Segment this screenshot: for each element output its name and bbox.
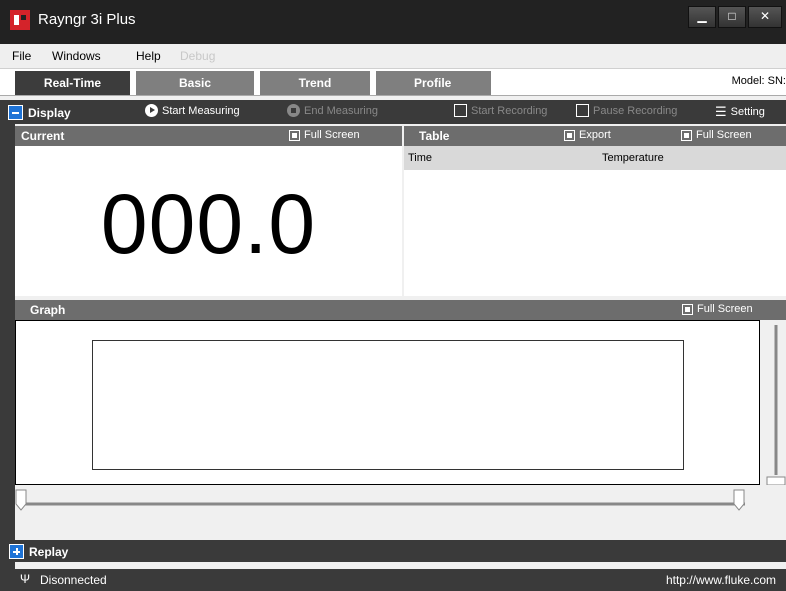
plot-area[interactable] — [92, 340, 684, 470]
tab-basic[interactable]: Basic — [136, 71, 254, 95]
pause-recording-button[interactable]: Pause Recording — [576, 104, 677, 117]
menu-help[interactable]: Help — [136, 49, 161, 63]
menu-bar: File Windows Help Debug — [0, 44, 786, 69]
app-title: Rayngr 3i Plus — [38, 11, 136, 28]
vertical-range-slider[interactable] — [764, 325, 786, 486]
model-sn-label: Model: SN: — [731, 75, 786, 87]
title-bar: Rayngr 3i Plus ▁ □ ✕ — [0, 0, 786, 44]
setting-button[interactable]: ☰ Setting — [715, 104, 765, 120]
connection-status: Disonnected — [40, 573, 107, 587]
current-full-screen-label: Full Screen — [304, 129, 360, 141]
graph-panel-header: Graph Full Screen — [15, 300, 786, 320]
minimize-button[interactable]: ▁ — [688, 6, 716, 28]
end-measuring-button[interactable]: End Measuring — [287, 104, 378, 117]
export-button[interactable]: Export — [564, 129, 611, 141]
export-icon — [564, 129, 575, 141]
pause-icon — [576, 104, 589, 117]
expand-icon — [9, 544, 24, 559]
display-label: Display — [28, 105, 71, 120]
status-bar: Ψ Disonnected http://www.fluke.com — [0, 569, 786, 591]
current-temperature-value: 000.0 — [100, 177, 317, 271]
tab-bar: Real-Time Basic Trend Profile — [0, 69, 786, 96]
left-strip — [0, 124, 15, 569]
record-icon — [454, 104, 467, 117]
horizontal-range-slider[interactable] — [15, 486, 786, 534]
play-icon — [145, 104, 158, 117]
export-label: Export — [579, 129, 611, 141]
start-measuring-label: Start Measuring — [162, 104, 240, 117]
slider-right-handle[interactable] — [733, 489, 745, 511]
replay-toggle[interactable]: Replay — [9, 544, 68, 559]
setting-label: Setting — [730, 106, 765, 118]
toolbar: Display Start Measuring End Measuring St… — [0, 100, 786, 124]
usb-icon: Ψ — [20, 572, 31, 586]
column-header-time[interactable]: Time — [408, 152, 432, 164]
app-logo-icon — [10, 10, 30, 30]
start-recording-label: Start Recording — [471, 104, 548, 117]
table-header-row: Time Temperature — [404, 146, 786, 170]
graph-title: Graph — [30, 303, 66, 317]
full-screen-icon — [682, 303, 693, 315]
current-title: Current — [21, 129, 65, 143]
table-panel-header: Table Export Full Screen — [404, 126, 786, 146]
sliders-icon: ☰ — [715, 104, 727, 119]
tab-trend[interactable]: Trend — [260, 71, 370, 95]
column-header-temperature[interactable]: Temperature — [602, 152, 664, 164]
graph-full-screen-button[interactable]: Full Screen — [682, 303, 753, 315]
current-full-screen-button[interactable]: Full Screen — [289, 129, 360, 141]
current-panel-header: Current Full Screen — [15, 126, 402, 146]
start-measuring-button[interactable]: Start Measuring — [145, 104, 240, 117]
maximize-button[interactable]: □ — [718, 6, 746, 28]
replay-bar[interactable]: Replay — [9, 540, 786, 562]
table-panel: Time Temperature — [404, 146, 786, 296]
current-panel: 000.0 — [15, 146, 402, 296]
full-screen-icon — [289, 129, 300, 141]
replay-label: Replay — [29, 544, 69, 559]
table-full-screen-label: Full Screen — [696, 129, 752, 141]
graph-full-screen-label: Full Screen — [697, 303, 753, 315]
start-recording-button[interactable]: Start Recording — [454, 104, 547, 117]
table-full-screen-button[interactable]: Full Screen — [681, 129, 752, 141]
end-measuring-label: End Measuring — [304, 104, 378, 117]
table-title: Table — [419, 129, 450, 143]
pause-recording-label: Pause Recording — [593, 104, 678, 117]
display-toggle[interactable]: Display — [8, 105, 71, 120]
menu-file[interactable]: File — [12, 49, 31, 63]
menu-debug[interactable]: Debug — [180, 49, 215, 63]
close-button[interactable]: ✕ — [748, 6, 782, 28]
graph-area[interactable] — [15, 320, 760, 485]
slider-left-handle[interactable] — [15, 489, 27, 511]
tab-real-time[interactable]: Real-Time — [15, 71, 130, 95]
collapse-icon — [8, 105, 23, 120]
tab-profile[interactable]: Profile — [376, 71, 491, 95]
full-screen-icon — [681, 129, 692, 141]
vertical-slider-track[interactable] — [764, 325, 786, 486]
website-link[interactable]: http://www.fluke.com — [666, 573, 776, 587]
stop-icon — [287, 104, 300, 117]
menu-windows[interactable]: Windows — [52, 49, 101, 63]
